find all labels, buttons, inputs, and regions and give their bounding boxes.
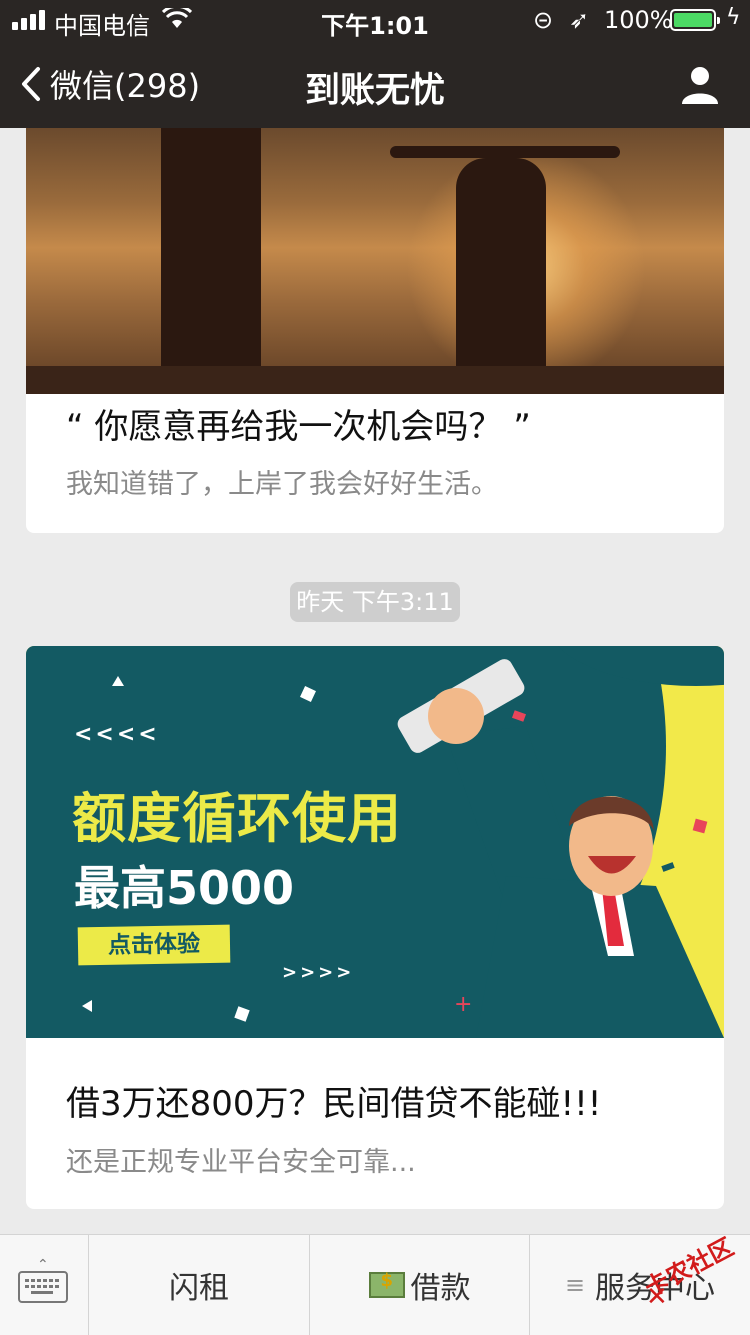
banner-arrows-left: <<<< [74,722,160,747]
banner-headline: 额度循环使用 [72,787,402,850]
article-digest: 我知道错了，上岸了我会好好生活。 [66,469,498,500]
location-icon: ➶ [569,6,590,34]
top-bar: 中国电信 下午1:01 ⊝ ➶ 100% ϟ 微信(298) 到账无忧 [0,0,750,128]
keyboard-icon [18,1271,68,1303]
loan-banner-image: <<<< 额度循环使用 最高5000 点击体验 >>>> + [26,646,724,1038]
article-digest: 还是正规专业平台安全可靠... [66,1147,416,1178]
status-bar: 中国电信 下午1:01 ⊝ ➶ 100% ϟ [0,0,750,40]
menu-label: 闪租 [169,1271,229,1306]
banner-cta: 点击体验 [77,924,231,966]
sunset-couple-image [26,128,724,394]
banner-arrows-right: >>>> [282,962,355,983]
article-title: 借3万还800万？民间借贷不能碰!!! [66,1084,602,1124]
menu-label: 借款 [410,1271,471,1306]
message-timestamp: 昨天 下午3:11 [290,582,460,622]
menu-item-flash-rent[interactable]: 闪租 [89,1235,310,1335]
businessman-illustration [397,659,724,1038]
page-title: 到账无忧 [304,71,445,111]
profile-icon[interactable] [680,64,720,104]
nav-bar: 微信(298) 到账无忧 [0,40,750,128]
list-icon: ≡ [564,1271,586,1299]
banner-subline: 最高5000 [74,861,295,915]
article-card-2[interactable]: <<<< 额度循环使用 最高5000 点击体验 >>>> + 借3万还800万？… [26,646,724,1209]
menu-item-loan[interactable]: 借款 [310,1235,530,1335]
keyboard-toggle-button[interactable]: ⌃ [0,1235,89,1335]
battery-percent: 100% [604,6,673,34]
money-icon [368,1270,405,1298]
rotation-lock-icon: ⊝ [533,6,554,34]
article-title: “ 你愿意再给我一次机会吗？ ” [66,407,531,447]
charging-icon: ϟ [726,5,741,30]
battery-icon [670,9,720,31]
article-card-1[interactable]: “ 你愿意再给我一次机会吗？ ” 我知道错了，上岸了我会好好生活。 [26,96,724,533]
bottom-menu-bar: ⌃ 闪租 借款 ≡ 服务中心 [0,1234,750,1335]
